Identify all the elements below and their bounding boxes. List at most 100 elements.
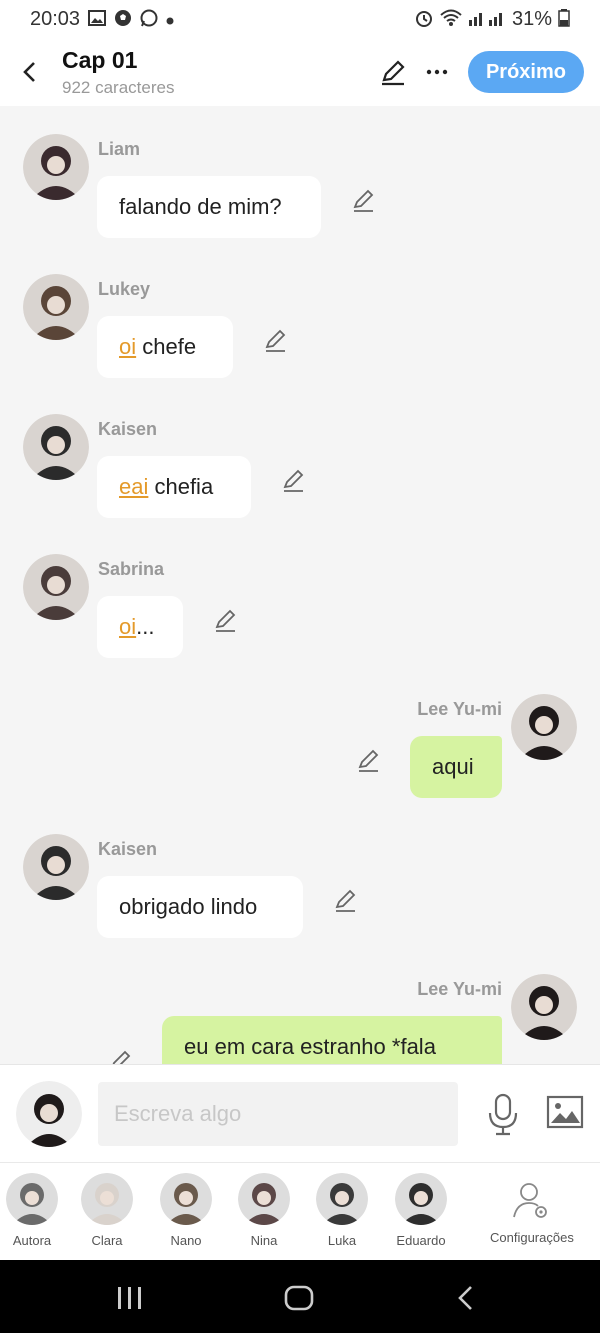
- more-dots-icon: [426, 69, 448, 75]
- character-avatar: [395, 1173, 447, 1225]
- back-button[interactable]: [6, 48, 54, 96]
- message-avatar[interactable]: [511, 694, 577, 760]
- character-option[interactable]: Autora: [0, 1173, 71, 1248]
- edit-chapter-button[interactable]: [376, 55, 410, 89]
- message-text: falando de mim?: [119, 194, 282, 219]
- pencil-icon: [353, 189, 374, 212]
- message-bubble[interactable]: eai chefia: [97, 456, 251, 518]
- chat-message: Sabrina oi...: [0, 554, 600, 684]
- message-avatar[interactable]: [23, 834, 89, 900]
- message-bubble[interactable]: oi...: [97, 596, 183, 658]
- dot-icon: [166, 10, 174, 28]
- back-nav-button[interactable]: [456, 1285, 474, 1316]
- message-text: aqui: [432, 754, 474, 779]
- message-text: obrigado lindo: [119, 894, 258, 919]
- chat-area[interactable]: Liam falando de mim? Lukey oi chefe Kaisen ea…: [0, 106, 600, 1064]
- chat-message: Kaisen obrigado lindo: [0, 834, 600, 964]
- home-button[interactable]: [284, 1285, 314, 1316]
- composer-bar: [0, 1064, 600, 1162]
- status-time: 20:03: [30, 7, 81, 30]
- highlighted-word: oi: [119, 614, 137, 639]
- highlighted-word: eai: [119, 474, 149, 499]
- character-avatar: [316, 1173, 368, 1225]
- gallery-notification-icon: [88, 9, 107, 29]
- whatsapp-icon: [140, 9, 158, 30]
- edit-message-button[interactable]: [281, 467, 307, 493]
- character-option[interactable]: Nano: [147, 1173, 225, 1248]
- message-text: eu em cara estranho *fala: [184, 1034, 436, 1059]
- edit-message-button[interactable]: [351, 187, 377, 213]
- chapter-title: Cap 01: [62, 46, 138, 73]
- chat-message: Kaisen eai chefia: [0, 414, 600, 544]
- message-author: Sabrina: [98, 559, 165, 579]
- edit-message-button[interactable]: [333, 887, 359, 913]
- character-avatar: [6, 1173, 58, 1225]
- message-bubble[interactable]: obrigado lindo: [97, 876, 303, 938]
- character-label: Nano: [170, 1233, 202, 1248]
- character-option[interactable]: Nina: [225, 1173, 303, 1248]
- battery-icon: [558, 8, 570, 30]
- character-count: 922 caracteres: [62, 77, 175, 97]
- settings-button[interactable]: Configurações: [490, 1173, 574, 1245]
- back-arrow-icon: [458, 1286, 472, 1310]
- character-label: Luka: [327, 1233, 357, 1248]
- message-avatar[interactable]: [23, 414, 89, 480]
- character-label: Autora: [12, 1233, 52, 1248]
- edit-message-button[interactable]: [356, 747, 382, 773]
- highlighted-word: oi: [119, 334, 137, 359]
- pencil-icon: [283, 469, 304, 492]
- pencil-icon: [215, 609, 236, 632]
- message-author: Kaisen: [98, 839, 158, 859]
- chat-message: Lukey oi chefe: [0, 274, 600, 404]
- message-text: chefia: [148, 474, 214, 499]
- battery-percent: 31%: [511, 7, 552, 30]
- microphone-button[interactable]: [485, 1093, 521, 1137]
- status-bar: 20:03 31%: [0, 0, 600, 38]
- recent-apps-button[interactable]: [116, 1286, 144, 1315]
- message-text: ...: [136, 614, 155, 639]
- message-avatar[interactable]: [511, 974, 577, 1040]
- chat-message: Lee Yu-mi eu em cara estranho *fala: [0, 974, 600, 1064]
- message-avatar[interactable]: [23, 134, 89, 200]
- message-avatar[interactable]: [23, 554, 89, 620]
- message-author: Liam: [98, 139, 141, 159]
- pencil-icon: [112, 1050, 131, 1064]
- message-author: Lukey: [98, 279, 151, 299]
- message-avatar[interactable]: [23, 274, 89, 340]
- more-options-button[interactable]: [420, 55, 454, 89]
- character-option[interactable]: Clara: [68, 1173, 146, 1248]
- message-author: Kaisen: [98, 419, 158, 439]
- message-bubble[interactable]: aqui: [410, 736, 502, 798]
- wifi-icon: [440, 9, 462, 30]
- character-selector: Configurações Autora Clara Nano Nina Luka Edu…: [0, 1162, 600, 1260]
- chevron-left-icon: [23, 62, 35, 82]
- edit-message-button[interactable]: [213, 607, 239, 633]
- character-label: Clara: [91, 1233, 123, 1248]
- message-bubble[interactable]: eu em cara estranho *fala: [162, 1016, 502, 1064]
- edit-message-button[interactable]: [108, 1048, 134, 1064]
- edit-message-button[interactable]: [263, 327, 289, 353]
- soccer-ball-icon: [114, 9, 132, 30]
- image-icon: [546, 1095, 584, 1129]
- system-nav-bar: [0, 1260, 600, 1333]
- next-button[interactable]: Próximo: [467, 51, 584, 93]
- image-button[interactable]: [546, 1095, 584, 1131]
- character-option[interactable]: Eduardo: [382, 1173, 460, 1248]
- chapter-titles: Cap 01 922 caracteres: [62, 47, 174, 98]
- home-icon: [284, 1285, 314, 1311]
- alarm-icon: [414, 8, 434, 31]
- signal-icon: [468, 10, 506, 29]
- chat-message: Liam falando de mim?: [0, 134, 600, 264]
- character-label: Nina: [250, 1233, 278, 1248]
- message-text: chefe: [136, 334, 197, 359]
- chat-message: Lee Yu-mi aqui: [0, 694, 600, 824]
- message-bubble[interactable]: oi chefe: [97, 316, 233, 378]
- recent-apps-icon: [118, 1287, 141, 1309]
- microphone-icon: [488, 1093, 518, 1136]
- message-bubble[interactable]: falando de mim?: [97, 176, 321, 238]
- current-character-avatar[interactable]: [16, 1081, 82, 1147]
- pencil-icon: [265, 329, 286, 352]
- pencil-icon: [358, 749, 379, 772]
- character-option[interactable]: Luka: [303, 1173, 381, 1248]
- message-input[interactable]: [98, 1082, 458, 1146]
